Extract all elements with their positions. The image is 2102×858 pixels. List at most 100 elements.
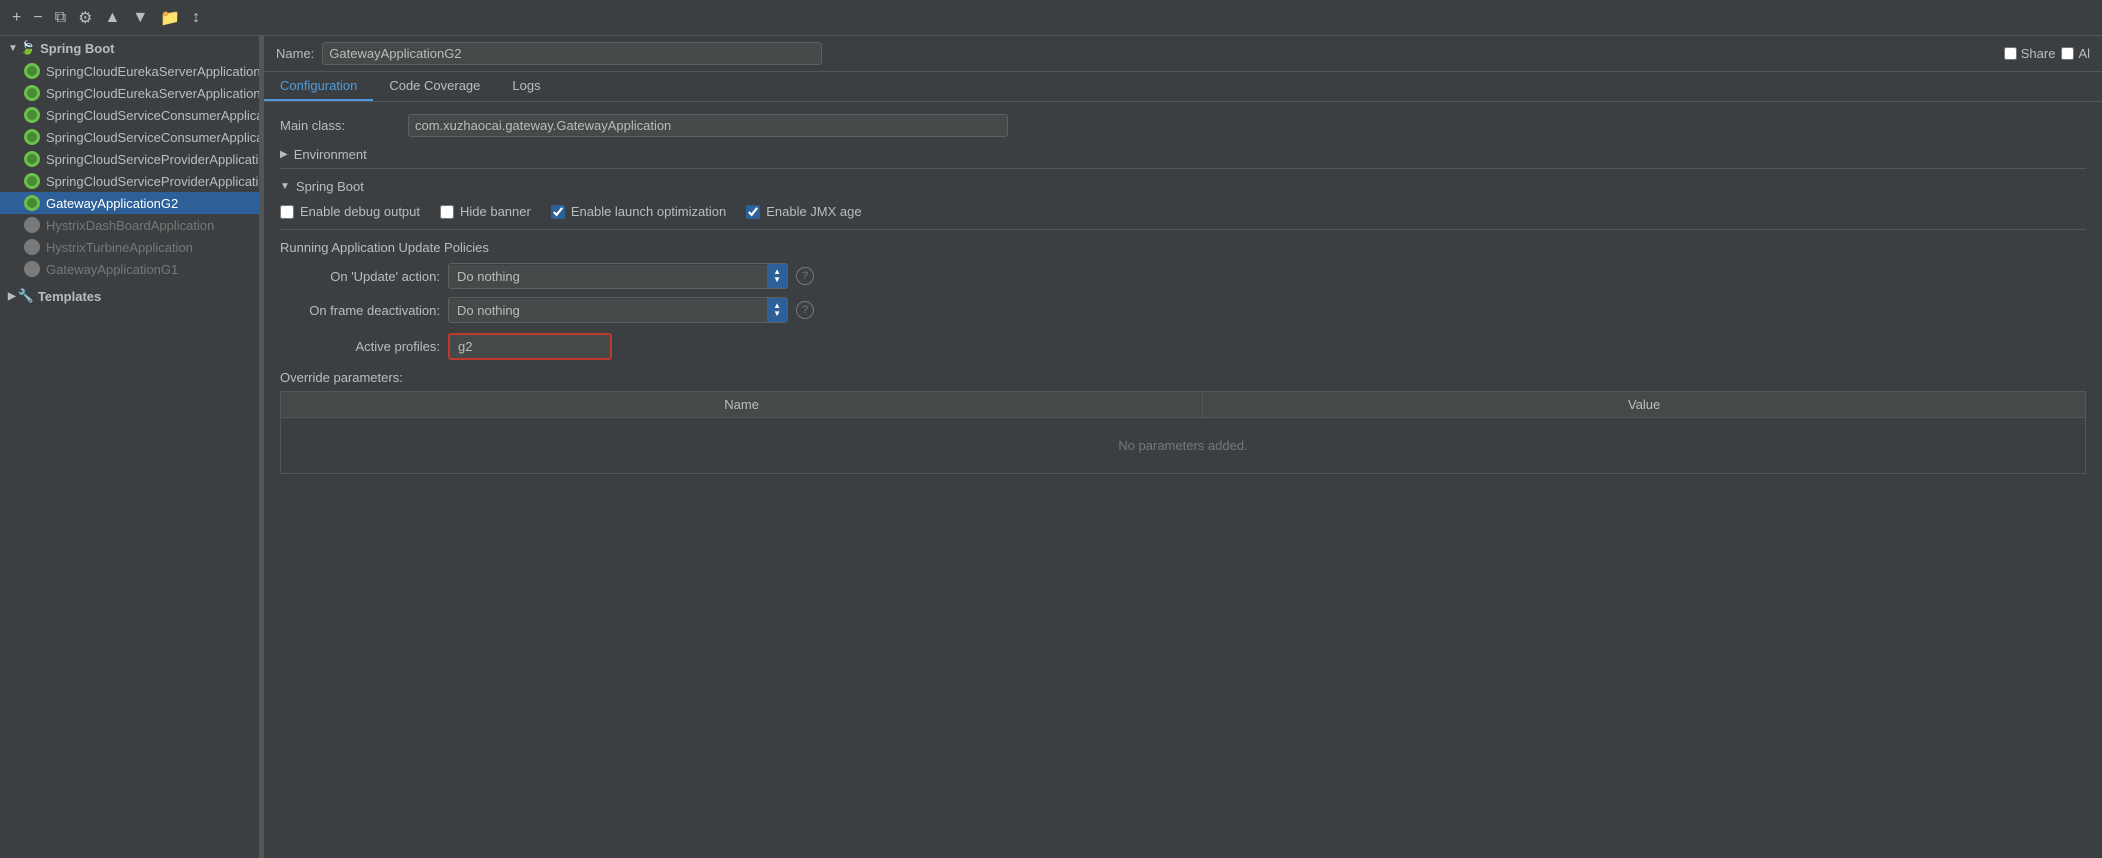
sidebar-item-c1[interactable]: SpringCloudServiceConsumerApplicationC1: [0, 104, 259, 126]
spring-boot-group[interactable]: ▼ 🍃 Spring Boot: [0, 36, 259, 60]
tab-code-coverage[interactable]: Code Coverage: [373, 72, 496, 101]
sidebar-item-g1[interactable]: GatewayApplicationG1: [0, 258, 259, 280]
folder-button[interactable]: 📁: [156, 6, 184, 30]
enable-launch-item: Enable launch optimization: [551, 204, 726, 219]
no-params-text: No parameters added.: [281, 418, 2086, 474]
add-button[interactable]: +: [8, 7, 25, 29]
spring-icon-u1: [24, 63, 40, 79]
active-profiles-input-wrapper: [448, 333, 612, 360]
main-class-row: Main class:: [280, 114, 2086, 137]
frame-deactivation-help-icon[interactable]: ?: [796, 301, 814, 319]
sidebar-item-u2[interactable]: SpringCloudEurekaServerApplicationU2: [0, 82, 259, 104]
sidebar: ▼ 🍃 Spring Boot SpringCloudEurekaServerA…: [0, 36, 260, 858]
enable-launch-checkbox[interactable]: [551, 205, 565, 219]
share-checkbox-area: Share: [2004, 46, 2056, 61]
spring-boot-config-label: Spring Boot: [296, 179, 364, 194]
table-header-name: Name: [281, 392, 1203, 418]
frame-deactivation-select-container: Do nothing ▲ ▼: [448, 297, 788, 323]
spring-icon-p1: [24, 151, 40, 167]
spring-icon-g2: [24, 195, 40, 211]
main-class-label: Main class:: [280, 118, 400, 133]
enable-jmx-checkbox[interactable]: [746, 205, 760, 219]
spring-boot-icon: 🍃: [20, 40, 36, 56]
frame-deactivation-dropdown-button[interactable]: ▲ ▼: [767, 298, 787, 322]
override-params-section: Override parameters: Name Value No param…: [280, 370, 2086, 474]
policies-section: Running Application Update Policies On '…: [280, 240, 2086, 323]
spring-icon-dim-turbine: [24, 239, 40, 255]
sidebar-item-label-hystrix: HystrixDashBoardApplication: [46, 218, 214, 233]
spring-boot-section-header[interactable]: ▼ Spring Boot: [280, 179, 2086, 194]
environment-section-header[interactable]: ▶ Environment: [280, 147, 2086, 162]
name-input[interactable]: [322, 42, 822, 65]
hide-banner-label: Hide banner: [460, 204, 531, 219]
tabs-bar: Configuration Code Coverage Logs: [264, 72, 2102, 102]
sidebar-item-label-p1: SpringCloudServiceProviderApplicationP1: [46, 152, 260, 167]
no-params-row: No parameters added.: [281, 418, 2086, 474]
down-button[interactable]: ▼: [128, 7, 152, 29]
spring-icon-c2: [24, 129, 40, 145]
update-action-value: Do nothing: [449, 265, 767, 288]
active-profiles-row: Active profiles:: [280, 333, 2086, 360]
active-profiles-input[interactable]: [450, 335, 610, 358]
spring-icon-p2: [24, 173, 40, 189]
share-checkbox[interactable]: [2004, 47, 2017, 60]
share-label: Share: [2021, 46, 2056, 61]
update-action-help-icon[interactable]: ?: [796, 267, 814, 285]
spring-icon-dim-g1: [24, 261, 40, 277]
frame-deactivation-row: On frame deactivation: Do nothing ▲ ▼ ?: [280, 297, 2086, 323]
sidebar-item-label-u1: SpringCloudEurekaServerApplicationU1: [46, 64, 260, 79]
sidebar-item-label-p2: SpringCloudServiceProviderApplicationP2: [46, 174, 260, 189]
override-params-label: Override parameters:: [280, 370, 2086, 385]
enable-jmx-label: Enable JMX age: [766, 204, 861, 219]
frame-deactivation-label: On frame deactivation:: [280, 303, 440, 318]
templates-group[interactable]: ▶ 🔧 Templates: [0, 284, 259, 308]
hide-banner-checkbox[interactable]: [440, 205, 454, 219]
enable-debug-label: Enable debug output: [300, 204, 420, 219]
sidebar-item-p2[interactable]: SpringCloudServiceProviderApplicationP2: [0, 170, 259, 192]
sidebar-item-u1[interactable]: SpringCloudEurekaServerApplicationU1: [0, 60, 259, 82]
spring-boot-divider: [280, 229, 2086, 230]
update-action-down-arrow-icon: ▼: [773, 276, 781, 284]
sidebar-item-c2[interactable]: SpringCloudServiceConsumerApplicationC2: [0, 126, 259, 148]
spring-boot-expand-icon: ▼: [8, 43, 18, 54]
remove-button[interactable]: −: [29, 7, 46, 29]
allow-parallel-label: Al: [2078, 46, 2090, 61]
hide-banner-item: Hide banner: [440, 204, 531, 219]
frame-deactivation-down-arrow-icon: ▼: [773, 310, 781, 318]
sidebar-item-g2[interactable]: GatewayApplicationG2: [0, 192, 259, 214]
allow-parallel-checkbox[interactable]: [2061, 47, 2074, 60]
environment-expand-icon: ▶: [280, 149, 288, 160]
templates-expand-icon: ▶: [8, 291, 16, 302]
templates-label: Templates: [38, 289, 101, 304]
frame-deactivation-value: Do nothing: [449, 299, 767, 322]
enable-debug-checkbox[interactable]: [280, 205, 294, 219]
enable-debug-item: Enable debug output: [280, 204, 420, 219]
environment-divider: [280, 168, 2086, 169]
main-class-input[interactable]: [408, 114, 1008, 137]
settings-button[interactable]: ⚙: [74, 6, 96, 30]
spring-boot-config-expand-icon: ▼: [280, 181, 290, 192]
toolbar: + − ⧉ ⚙ ▲ ▼ 📁 ↕: [0, 0, 2102, 36]
copy-button[interactable]: ⧉: [51, 7, 70, 29]
enable-launch-label: Enable launch optimization: [571, 204, 726, 219]
config-content: Main class: ▶ Environment ▼ Spring Boot …: [264, 102, 2102, 858]
update-action-dropdown-button[interactable]: ▲ ▼: [767, 264, 787, 288]
sidebar-item-label-g2: GatewayApplicationG2: [46, 196, 178, 211]
main-layout: ▼ 🍃 Spring Boot SpringCloudEurekaServerA…: [0, 36, 2102, 858]
environment-label: Environment: [294, 147, 367, 162]
templates-wrench-icon: 🔧: [18, 288, 34, 304]
tab-logs[interactable]: Logs: [496, 72, 556, 101]
policies-label: Running Application Update Policies: [280, 240, 2086, 255]
sidebar-item-label-c2: SpringCloudServiceConsumerApplicationC2: [46, 130, 260, 145]
sidebar-item-hystrix[interactable]: HystrixDashBoardApplication: [0, 214, 259, 236]
sort-button[interactable]: ↕: [188, 7, 204, 29]
tab-configuration[interactable]: Configuration: [264, 72, 373, 101]
spring-icon-c1: [24, 107, 40, 123]
up-button[interactable]: ▲: [100, 7, 124, 29]
sidebar-item-p1[interactable]: SpringCloudServiceProviderApplicationP1: [0, 148, 259, 170]
sidebar-item-label-turbine: HystrixTurbineApplication: [46, 240, 193, 255]
sidebar-item-turbine[interactable]: HystrixTurbineApplication: [0, 236, 259, 258]
sidebar-item-label-g1: GatewayApplicationG1: [46, 262, 178, 277]
active-profiles-label: Active profiles:: [280, 339, 440, 354]
spring-icon-u2: [24, 85, 40, 101]
